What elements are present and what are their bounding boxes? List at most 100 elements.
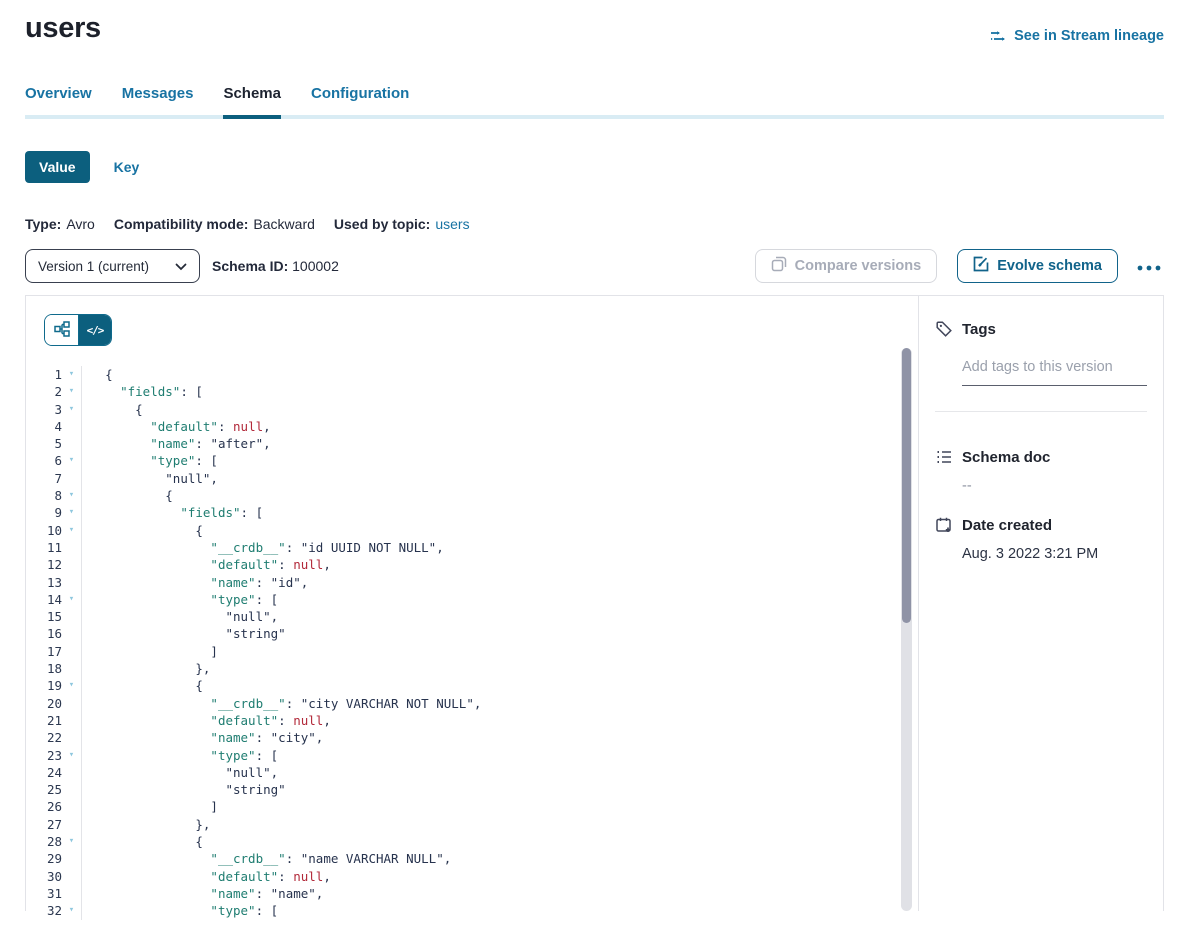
- calendar-plus-icon: [935, 516, 953, 534]
- code-text: "__crdb__": "name VARCHAR NULL",: [82, 850, 451, 867]
- version-select-value: Version 1 (current): [38, 259, 149, 274]
- code-line: 22 "name": "city",: [26, 729, 918, 746]
- tab-overview[interactable]: Overview: [25, 85, 92, 119]
- ellipsis-icon: [1136, 259, 1162, 274]
- fold-toggle-icon[interactable]: ▾: [62, 591, 82, 608]
- code-line: 18 },: [26, 660, 918, 677]
- code-text: "null",: [82, 764, 278, 781]
- meta-label: Type:: [25, 216, 61, 232]
- fold-spacer: [62, 643, 82, 660]
- code-text: "string": [82, 781, 286, 798]
- code-line: 8▾ {: [26, 487, 918, 504]
- tab-bar: Overview Messages Schema Configuration: [25, 85, 1164, 119]
- meta-value-link[interactable]: users: [435, 216, 469, 232]
- line-number: 31: [26, 885, 62, 902]
- schema-sidebar: Tags Schema doc --: [919, 296, 1163, 911]
- fold-spacer: [62, 695, 82, 712]
- fold-toggle-icon[interactable]: ▾: [62, 677, 82, 694]
- fold-toggle-icon[interactable]: ▾: [62, 833, 82, 850]
- code-text: "default": null,: [82, 868, 331, 885]
- code-text: "__crdb__": "city VARCHAR NOT NULL",: [82, 695, 481, 712]
- line-number: 30: [26, 868, 62, 885]
- tree-view-button[interactable]: [45, 315, 78, 345]
- code-text: "name": "city",: [82, 729, 323, 746]
- code-line: 4 "default": null,: [26, 418, 918, 435]
- fold-toggle-icon[interactable]: ▾: [62, 504, 82, 521]
- tab-configuration[interactable]: Configuration: [311, 85, 409, 119]
- schema-id-label: Schema ID:: [212, 258, 288, 274]
- date-created-section: Date created Aug. 3 2022 3:21 PM: [935, 516, 1147, 562]
- code-view-button[interactable]: </>: [78, 315, 111, 345]
- compare-versions-button[interactable]: Compare versions: [755, 249, 938, 283]
- code-text: ]: [82, 643, 218, 660]
- code-text: "__crdb__": "id UUID NOT NULL",: [82, 539, 444, 556]
- code-line: 1▾ {: [26, 366, 918, 383]
- version-select[interactable]: Version 1 (current): [25, 249, 200, 283]
- code-line: 19▾ {: [26, 677, 918, 694]
- code-scrollbar-thumb[interactable]: [902, 348, 911, 623]
- chevron-down-icon: [175, 259, 187, 274]
- fold-toggle-icon[interactable]: ▾: [62, 366, 82, 383]
- schema-code-pane: </> 1▾ {2▾ "fields": [3▾ {4 "default": n…: [26, 296, 919, 911]
- line-number: 18: [26, 660, 62, 677]
- code-line: 24 "null",: [26, 764, 918, 781]
- line-number: 32: [26, 902, 62, 919]
- tags-input-wrap: [962, 358, 1147, 386]
- version-bar: Version 1 (current) Schema ID: 100002 Co…: [25, 249, 1164, 283]
- code-line: 13 "name": "id",: [26, 574, 918, 591]
- fold-toggle-icon[interactable]: ▾: [62, 487, 82, 504]
- fold-toggle-icon[interactable]: ▾: [62, 522, 82, 539]
- code-text: },: [82, 660, 210, 677]
- tag-icon: [935, 320, 953, 338]
- code-text: "fields": [: [82, 504, 263, 521]
- code-text: },: [82, 816, 210, 833]
- code-line: 29 "__crdb__": "name VARCHAR NULL",: [26, 850, 918, 867]
- fold-toggle-icon[interactable]: ▾: [62, 747, 82, 764]
- line-number: 22: [26, 729, 62, 746]
- code-line: 7 "null",: [26, 470, 918, 487]
- compare-icon: [771, 256, 787, 276]
- fold-toggle-icon[interactable]: ▾: [62, 902, 82, 919]
- line-number: 27: [26, 816, 62, 833]
- fold-spacer: [62, 418, 82, 435]
- fold-spacer: [62, 729, 82, 746]
- tree-view-icon: [54, 321, 70, 340]
- fold-spacer: [62, 435, 82, 452]
- fold-toggle-icon[interactable]: ▾: [62, 383, 82, 400]
- line-number: 25: [26, 781, 62, 798]
- fold-toggle-icon[interactable]: ▾: [62, 452, 82, 469]
- line-number: 15: [26, 608, 62, 625]
- sidebar-divider: [935, 411, 1147, 412]
- tab-messages[interactable]: Messages: [122, 85, 194, 119]
- more-options-button[interactable]: [1134, 259, 1164, 274]
- tags-section-header: Tags: [935, 320, 1147, 338]
- fold-toggle-icon[interactable]: ▾: [62, 401, 82, 418]
- code-text: "name": "after",: [82, 435, 271, 452]
- code-line: 32▾ "type": [: [26, 902, 918, 919]
- schema-id-value: 100002: [292, 258, 339, 274]
- code-text: {: [82, 522, 203, 539]
- code-text: {: [82, 677, 203, 694]
- value-toggle-button[interactable]: Value: [25, 151, 90, 183]
- line-number: 8: [26, 487, 62, 504]
- key-toggle-button[interactable]: Key: [114, 159, 140, 175]
- fold-spacer: [62, 781, 82, 798]
- meta-value: Backward: [253, 216, 314, 232]
- see-in-stream-lineage-link[interactable]: See in Stream lineage: [990, 28, 1164, 44]
- tab-schema[interactable]: Schema: [223, 85, 281, 119]
- tags-input[interactable]: [962, 359, 1147, 375]
- line-number: 2: [26, 383, 62, 400]
- fold-spacer: [62, 868, 82, 885]
- code-line: 14▾ "type": [: [26, 591, 918, 608]
- fold-spacer: [62, 850, 82, 867]
- fold-spacer: [62, 470, 82, 487]
- fold-spacer: [62, 608, 82, 625]
- code-scrollbar[interactable]: [901, 348, 912, 911]
- schema-code-editor[interactable]: 1▾ {2▾ "fields": [3▾ {4 "default": null,…: [26, 366, 918, 920]
- code-text: {: [82, 487, 173, 504]
- version-actions: Compare versions Evolve schema: [755, 249, 1164, 283]
- stream-lineage-icon: [990, 29, 1007, 43]
- evolve-schema-button[interactable]: Evolve schema: [957, 249, 1118, 283]
- line-number: 5: [26, 435, 62, 452]
- meta-value: Avro: [66, 216, 95, 232]
